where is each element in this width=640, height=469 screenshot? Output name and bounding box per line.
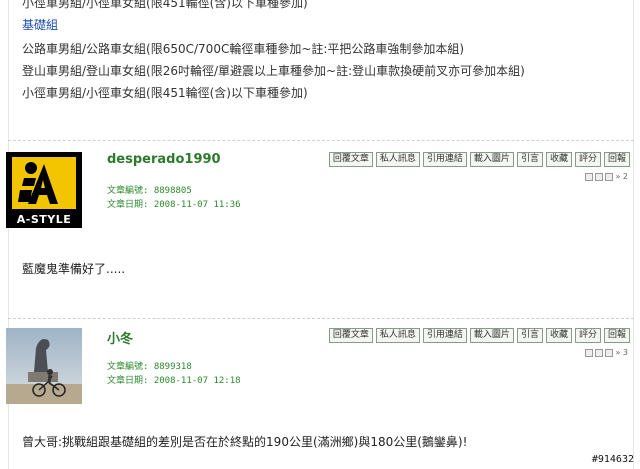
username[interactable]: desperado1990 [107,152,221,167]
post-tools: » 2 [585,172,628,181]
image-watermark: #914632 [591,454,634,465]
rule-line-partial: 小徑車男組/小徑車女組(限451輪徑(含)以下車種參加) [22,0,308,10]
article-number: 文章編號: 8899318 [107,362,192,372]
post-tools: » 3 [585,348,628,357]
post-body: 曾大哥:挑戰組跟基礎組的差別是否在於終點的190公里(滿洲鄉)與180公里(鵝鑾… [22,435,468,449]
report-button[interactable]: 回報 [603,152,630,167]
avatar[interactable] [6,328,82,404]
article-date: 文章日期: 2008-11-07 11:36 [107,200,241,210]
load-images-button[interactable]: 載入圖片 [469,328,514,343]
floor-number[interactable]: » 3 [615,348,628,357]
quote-button[interactable]: 引言 [516,152,543,167]
quote-button[interactable]: 引言 [516,328,543,343]
post-body: 藍魔鬼準備好了..... [22,262,126,276]
article-date: 文章日期: 2008-11-07 12:18 [107,376,241,386]
report-button[interactable]: 回報 [603,328,630,343]
post-divider [8,318,634,319]
print-icon[interactable] [585,172,594,181]
share-icon[interactable] [595,348,604,357]
quote-link-button[interactable]: 引用連結 [422,152,467,167]
bookmark-icon[interactable] [605,348,614,357]
post-actions: 回覆文章 私人訊息 引用連結 載入圖片 引言 收藏 評分 回報 [328,152,630,167]
right-frame-border [633,0,640,469]
reply-button[interactable]: 回覆文章 [328,328,373,343]
rule-line-road: 公路車男組/公路車女組(限650C/700C輪徑車種參加~註:平把公路車強制參加… [22,42,465,56]
rate-button[interactable]: 評分 [574,152,601,167]
post-actions: 回覆文章 私人訊息 引用連結 載入圖片 引言 收藏 評分 回報 [328,328,630,343]
load-images-button[interactable]: 載入圖片 [469,152,514,167]
cyclist-photo-icon [6,328,82,404]
post-2: A-STYLE desperado1990 回覆文章 私人訊息 引用連結 載入圖… [6,150,632,310]
rate-button[interactable]: 評分 [574,328,601,343]
bookmark-icon[interactable] [605,172,614,181]
reply-button[interactable]: 回覆文章 [328,152,373,167]
rule-line-minivelo: 小徑車男組/小徑車女組(限451輪徑(含)以下車種參加) [22,86,308,100]
username[interactable]: 小冬 [107,328,133,347]
quote-link-button[interactable]: 引用連結 [422,328,467,343]
private-message-button[interactable]: 私人訊息 [375,152,420,167]
rule-line-mountain: 登山車男組/登山車女組(限26吋輪徑/單避震以上車種參加~註:登山車款換硬前叉亦… [22,64,525,78]
avatar[interactable]: A-STYLE [6,152,82,228]
print-icon[interactable] [585,348,594,357]
favorite-button[interactable]: 收藏 [545,152,572,167]
post-divider [8,140,634,141]
group-label-basic[interactable]: 基礎組 [22,16,58,33]
article-number: 文章編號: 8898805 [107,186,192,196]
floor-number[interactable]: » 2 [615,172,628,181]
favorite-button[interactable]: 收藏 [545,328,572,343]
private-message-button[interactable]: 私人訊息 [375,328,420,343]
share-icon[interactable] [595,172,604,181]
post-3: 小冬 回覆文章 私人訊息 引用連結 載入圖片 引言 收藏 評分 回報 » 3 文… [6,326,632,466]
avatar-caption: A-STYLE [16,213,72,226]
